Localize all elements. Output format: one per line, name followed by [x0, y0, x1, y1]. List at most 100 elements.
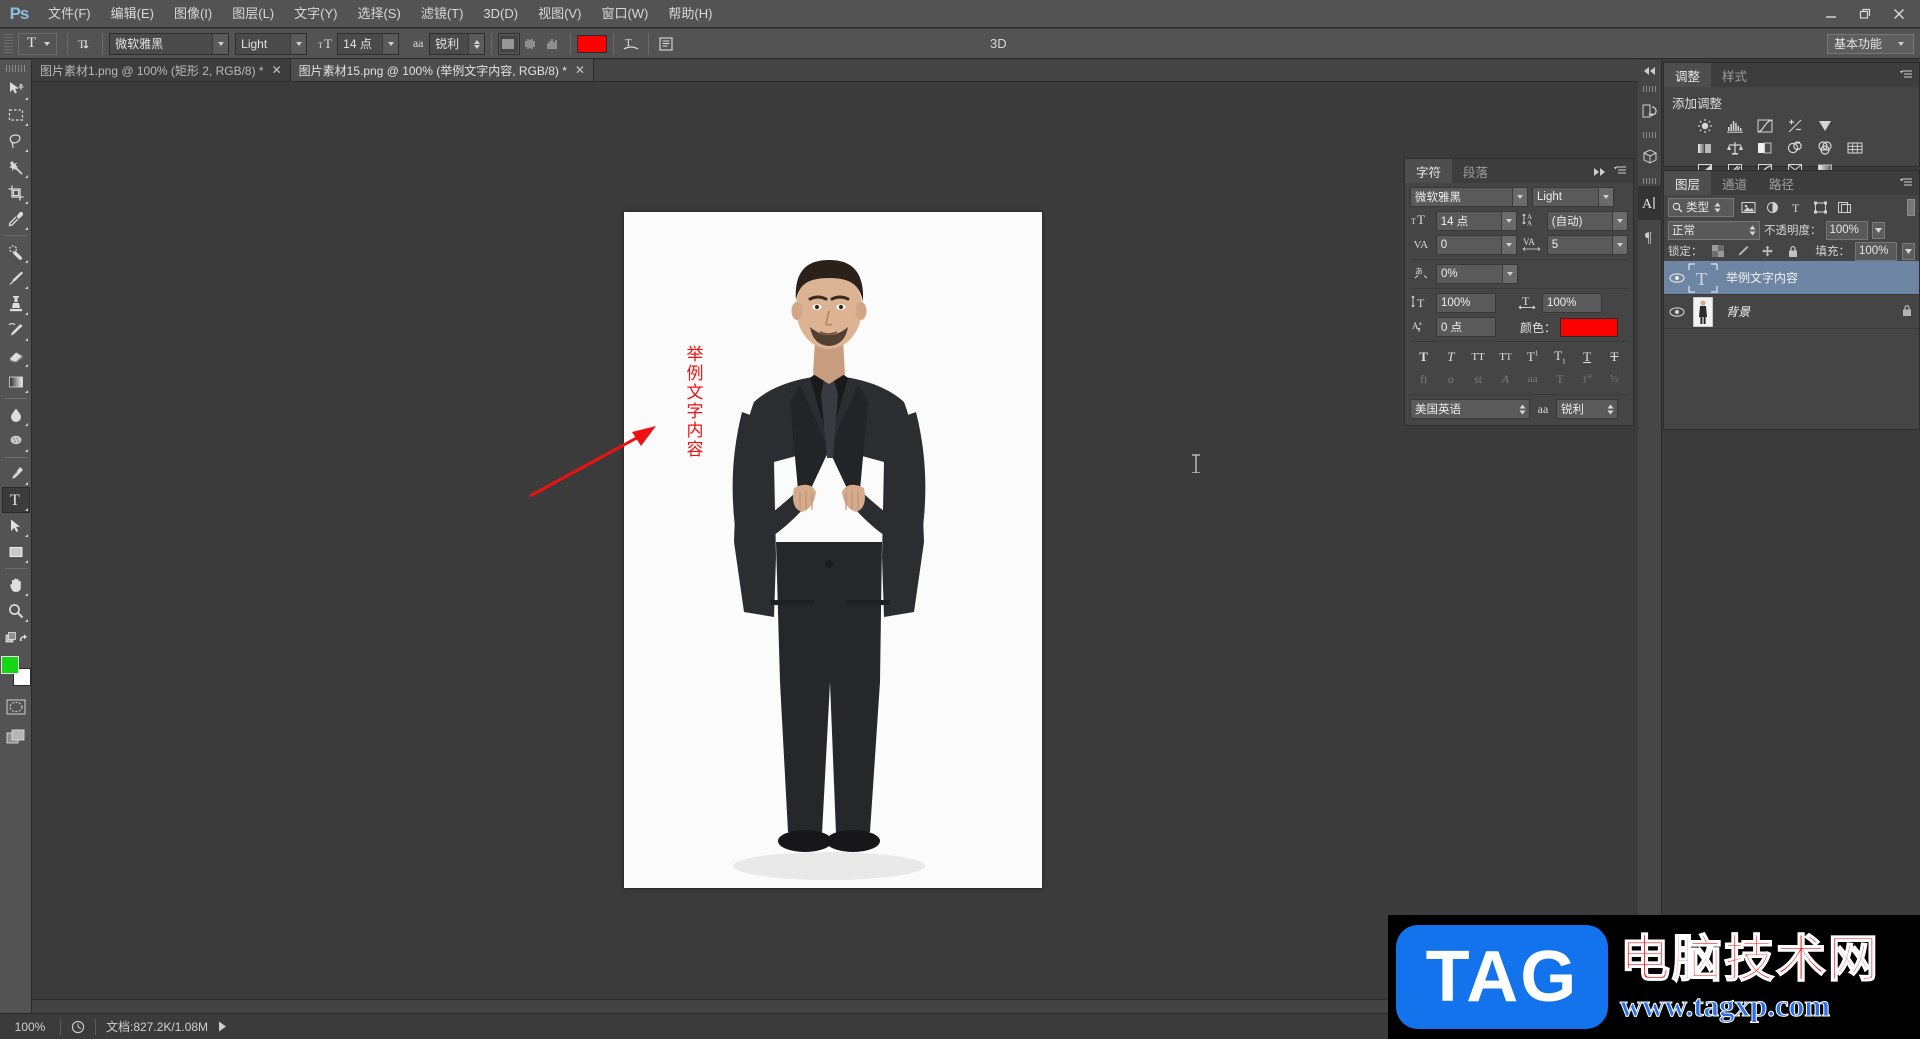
levels-icon[interactable] — [1724, 116, 1746, 136]
color-swatches[interactable] — [0, 656, 31, 686]
menu-window[interactable]: 窗口(W) — [591, 0, 658, 28]
history-brush-tool[interactable] — [2, 317, 30, 343]
tab-paths[interactable]: 路径 — [1758, 171, 1805, 195]
lock-transparent-icon[interactable] — [1708, 242, 1728, 261]
spinner-arrows[interactable] — [1519, 404, 1526, 415]
underline-button[interactable]: T — [1575, 349, 1599, 365]
spot-healing-brush-tool[interactable] — [2, 239, 30, 265]
chevron-down-icon[interactable] — [382, 33, 399, 54]
brush-tool[interactable] — [2, 265, 30, 291]
contextual-alternates-button[interactable]: o — [1439, 372, 1463, 387]
blur-tool[interactable] — [2, 402, 30, 428]
rectangle-tool[interactable] — [2, 539, 30, 565]
subscript-button[interactable]: T1 — [1548, 348, 1572, 366]
paragraph-panel-icon[interactable]: ¶ — [1638, 220, 1662, 254]
tab-doc2[interactable]: 图片素材15.png @ 100% (举例文字内容, RGB/8) * ✕ — [290, 59, 594, 81]
chevron-down-icon[interactable] — [1501, 236, 1516, 254]
layer-name[interactable]: 背景 — [1726, 303, 1750, 320]
text-orientation-icon[interactable]: T — [74, 33, 96, 55]
cp-tracking-input[interactable]: 5 — [1546, 235, 1628, 255]
photo-filter-icon[interactable] — [1784, 138, 1806, 158]
brightness-contrast-icon[interactable] — [1694, 116, 1716, 136]
layer-visibility-icon[interactable] — [1666, 272, 1688, 284]
fill-dropdown-icon[interactable] — [1902, 242, 1915, 260]
layer-filter-type-select[interactable]: 类型 — [1668, 197, 1734, 217]
menu-help[interactable]: 帮助(H) — [658, 0, 722, 28]
menu-edit[interactable]: 编辑(E) — [101, 0, 164, 28]
menu-type[interactable]: 文字(Y) — [284, 0, 347, 28]
filter-adjustment-icon[interactable] — [1762, 198, 1782, 217]
status-expand-arrow[interactable] — [218, 1021, 234, 1032]
chevron-down-icon[interactable] — [290, 33, 307, 54]
collapse-dock-icon[interactable] — [1638, 60, 1661, 82]
layer-visibility-icon[interactable] — [1666, 306, 1688, 318]
filter-shape-icon[interactable] — [1810, 198, 1830, 217]
warp-text-icon[interactable]: T — [620, 33, 642, 55]
channel-mixer-icon[interactable] — [1814, 138, 1836, 158]
menu-view[interactable]: 视图(V) — [528, 0, 591, 28]
tab-adjustments[interactable]: 调整 — [1664, 63, 1712, 87]
panel-menu-icon[interactable] — [1614, 165, 1628, 176]
fractions-ordinal-button[interactable]: 1st — [1575, 372, 1599, 385]
document-canvas[interactable] — [624, 212, 1042, 888]
antialias-select[interactable]: 锐利 — [429, 32, 486, 55]
layer-row-text[interactable]: T 举例文字内容 — [1664, 261, 1919, 295]
blend-mode-select[interactable]: 正常 — [1668, 220, 1760, 240]
toggle-character-panel-icon[interactable] — [655, 33, 677, 55]
chevron-down-icon[interactable] — [1598, 188, 1613, 206]
opacity-input[interactable]: 100% — [1825, 220, 1868, 240]
font-size-select[interactable]: 14 点 — [337, 32, 400, 55]
workspace-switcher[interactable]: 基本功能 — [1826, 33, 1914, 54]
expand-panel-icon[interactable] — [1593, 166, 1607, 180]
spinner-arrows[interactable] — [1714, 202, 1721, 213]
cp-language-select[interactable]: 美国英语 — [1410, 399, 1530, 419]
align-right-button[interactable] — [542, 33, 564, 55]
history-panel-icon[interactable] — [1638, 94, 1662, 128]
align-center-button[interactable] — [520, 33, 542, 55]
menu-file[interactable]: 文件(F) — [38, 0, 101, 28]
foreground-color-swatch[interactable] — [0, 656, 19, 674]
chevron-down-icon[interactable] — [1512, 188, 1527, 206]
chevron-down-icon[interactable] — [1612, 212, 1627, 230]
screen-mode-icon[interactable] — [2, 724, 30, 750]
cp-baseline-shift-input[interactable]: 0 点 — [1436, 317, 1496, 337]
chevron-down-icon[interactable] — [212, 33, 229, 54]
tab-styles[interactable]: 样式 — [1711, 63, 1758, 87]
color-balance-icon[interactable] — [1724, 138, 1746, 158]
tab-character[interactable]: 字符 — [1405, 159, 1453, 183]
panel-menu-icon[interactable] — [1900, 177, 1914, 188]
lock-image-icon[interactable] — [1733, 242, 1753, 261]
minimize-icon[interactable] — [1814, 3, 1848, 25]
chevron-down-icon[interactable] — [1502, 265, 1517, 283]
hand-tool[interactable] — [2, 572, 30, 598]
move-tool[interactable] — [2, 76, 30, 102]
color-lookup-icon[interactable] — [1844, 138, 1866, 158]
horizontal-type-tool[interactable]: T — [1, 487, 30, 513]
zoom-tool[interactable] — [2, 598, 30, 624]
discretionary-ligatures-button[interactable]: st — [1466, 372, 1490, 387]
close-icon[interactable]: ✕ — [575, 63, 585, 77]
fill-input[interactable]: 100% — [1855, 241, 1897, 261]
menu-image[interactable]: 图像(I) — [164, 0, 222, 28]
faux-bold-button[interactable]: T — [1412, 349, 1436, 365]
filter-pixel-icon[interactable] — [1738, 198, 1758, 217]
ligatures-button[interactable]: fi — [1412, 372, 1436, 387]
cp-antialias-select[interactable]: 锐利 — [1556, 399, 1618, 419]
dodge-tool[interactable] — [2, 428, 30, 454]
strikethrough-button[interactable]: T — [1602, 349, 1626, 365]
hue-saturation-icon[interactable] — [1694, 138, 1716, 158]
cp-vertical-scale-input[interactable]: 100% — [1436, 293, 1496, 313]
align-left-button[interactable] — [498, 32, 521, 55]
lasso-tool[interactable] — [2, 128, 30, 154]
filter-type-icon[interactable]: T — [1786, 198, 1806, 217]
crop-tool[interactable] — [2, 180, 30, 206]
lock-position-icon[interactable] — [1758, 242, 1778, 261]
cp-color-swatch[interactable] — [1560, 317, 1619, 337]
faux-italic-button[interactable]: T — [1439, 349, 1463, 365]
path-selection-tool[interactable] — [2, 513, 30, 539]
chevron-down-icon[interactable] — [1501, 212, 1516, 230]
cp-leading-input[interactable]: (自动) — [1546, 211, 1628, 231]
filter-enable-toggle[interactable] — [1907, 198, 1915, 216]
chevron-down-icon[interactable] — [1612, 236, 1627, 254]
magic-wand-tool[interactable] — [2, 154, 30, 180]
